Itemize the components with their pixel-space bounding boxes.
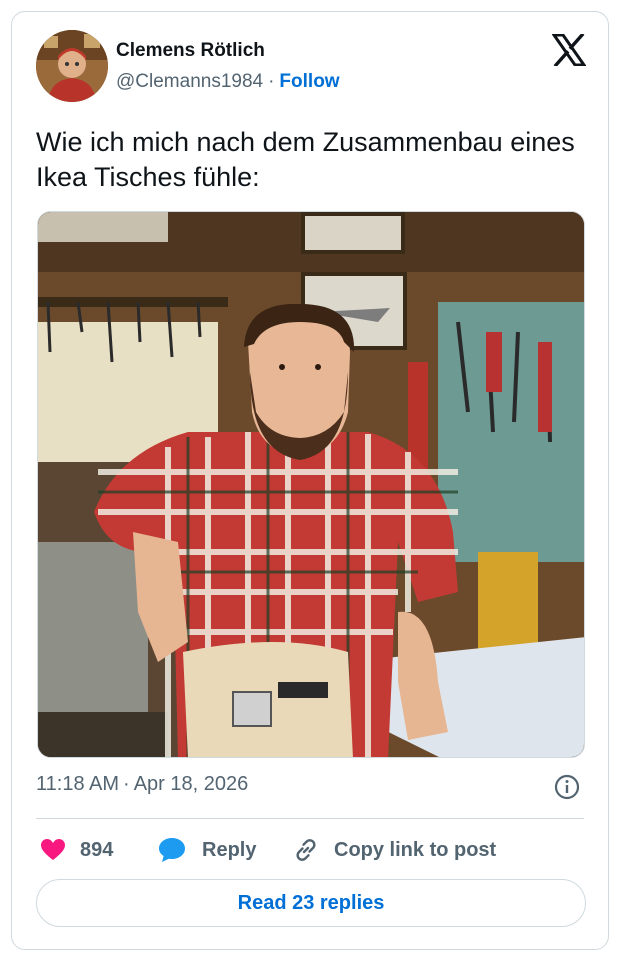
like-count: 894 bbox=[80, 838, 114, 861]
tweet-time: 11:18 AM bbox=[36, 773, 120, 795]
tweet-card: Clemens Rötlich @Clemanns1984 · Follow Wie… bbox=[11, 11, 609, 950]
follow-link[interactable]: Follow bbox=[279, 71, 339, 92]
speech-bubble-icon bbox=[159, 838, 185, 862]
reply-button[interactable]: Reply bbox=[158, 830, 256, 870]
x-logo-icon[interactable] bbox=[551, 32, 587, 68]
read-replies-button[interactable]: Read 23 replies bbox=[36, 879, 586, 927]
heart-icon bbox=[41, 839, 65, 860]
tweet-timestamp[interactable]: 11:18 AM · Apr 18, 2026 bbox=[36, 773, 248, 796]
reply-label: Reply bbox=[202, 838, 257, 861]
tweet-date: Apr 18, 2026 bbox=[133, 773, 249, 795]
timestamp-separator: · bbox=[123, 773, 130, 795]
info-icon[interactable] bbox=[554, 774, 580, 800]
handle-row: @Clemanns1984 · Follow bbox=[116, 71, 340, 93]
tweet-photo[interactable] bbox=[37, 211, 585, 758]
handle-separator: · bbox=[268, 71, 275, 92]
display-name[interactable]: Clemens Rötlich bbox=[116, 40, 265, 62]
copy-link-label: Copy link to post bbox=[334, 838, 497, 861]
user-handle[interactable]: @Clemanns1984 bbox=[116, 71, 263, 92]
workshop-photo bbox=[38, 212, 584, 757]
link-icon bbox=[296, 839, 316, 861]
action-bar: 894 Reply Copy link to post bbox=[36, 830, 586, 870]
copy-link-button[interactable]: Copy link to post bbox=[292, 830, 496, 870]
tweet-text: Wie ich mich nach dem Zusammenbau eines … bbox=[36, 127, 575, 192]
avatar[interactable] bbox=[36, 30, 108, 102]
tweet-header: Clemens Rötlich @Clemanns1984 · Follow bbox=[12, 12, 608, 112]
like-button[interactable]: 894 bbox=[40, 830, 113, 870]
divider bbox=[36, 818, 584, 819]
